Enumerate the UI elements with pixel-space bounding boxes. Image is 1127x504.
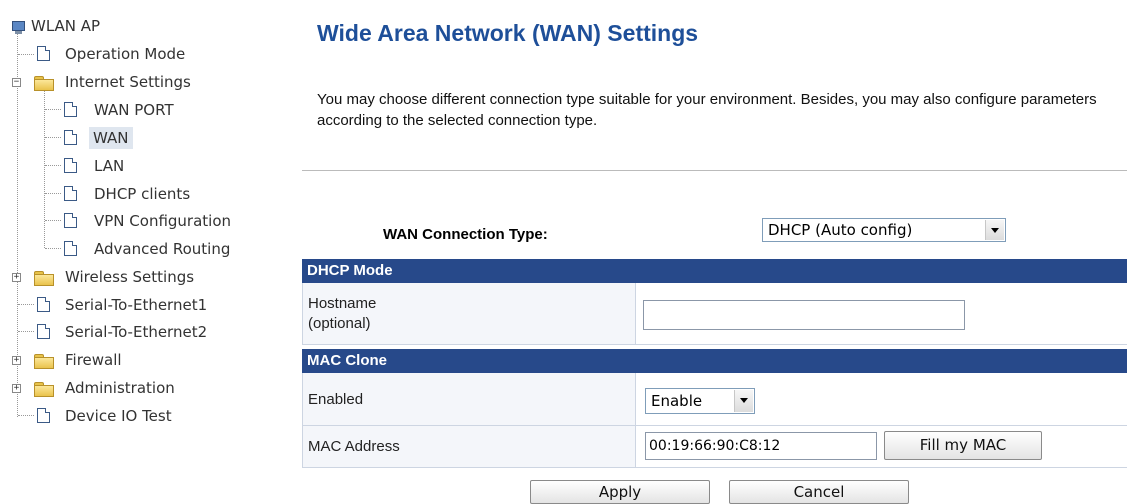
tree-item-label: Operation Mode [65, 45, 186, 63]
tree-item-lan[interactable]: LAN [0, 155, 240, 177]
page-icon [37, 46, 50, 61]
tree-item-firewall[interactable]: + Firewall [0, 349, 240, 371]
wan-connection-type-value: DHCP (Auto config) [768, 221, 913, 239]
tree-item-vpn-configuration[interactable]: VPN Configuration [0, 210, 260, 232]
computer-icon [11, 21, 25, 35]
tree-root-label: WLAN AP [31, 17, 101, 35]
tree-item-label: Serial-To-Ethernet2 [65, 323, 208, 341]
tree-item-label: Administration [65, 379, 175, 397]
page-icon [64, 213, 77, 228]
tree-item-label: WAN PORT [94, 101, 174, 119]
collapse-icon[interactable]: − [12, 78, 21, 87]
page-icon [37, 408, 50, 423]
folder-icon [34, 382, 54, 397]
mac-address-row: MAC Address 00:19:66:90:C8:12 Fill my MA… [302, 426, 1127, 468]
page-icon [37, 324, 50, 339]
folder-icon [34, 354, 54, 369]
page-icon [64, 102, 77, 117]
tree-item-label: LAN [94, 157, 125, 175]
tree-item-device-io-test[interactable]: Device IO Test [0, 405, 240, 427]
chevron-down-icon[interactable] [985, 220, 1004, 240]
divider [302, 170, 1127, 171]
page-title: Wide Area Network (WAN) Settings [317, 20, 699, 46]
wan-connection-type-label: WAN Connection Type: [383, 226, 548, 243]
tree-item-serial-to-ethernet1[interactable]: Serial-To-Ethernet1 [0, 294, 240, 316]
tree-item-administration[interactable]: + Administration [0, 377, 240, 399]
mac-clone-header: MAC Clone [302, 349, 1127, 373]
apply-button[interactable]: Apply [530, 480, 710, 504]
hostname-label-line2: (optional) [308, 315, 371, 332]
tree-item-wan-port[interactable]: WAN PORT [0, 99, 240, 121]
tree-item-label: Advanced Routing [94, 240, 231, 258]
tree-item-label: Wireless Settings [65, 268, 195, 286]
tree-item-operation-mode[interactable]: Operation Mode [0, 43, 240, 65]
hostname-label: Hostname (optional) [302, 283, 636, 344]
fill-my-mac-button[interactable]: Fill my MAC [884, 431, 1042, 460]
mac-address-label: MAC Address [302, 426, 636, 467]
expand-icon[interactable]: + [12, 273, 21, 282]
hostname-label-line1: Hostname [308, 295, 377, 312]
tree-item-label: Firewall [65, 351, 122, 369]
page-icon [37, 297, 50, 312]
page-description: You may choose different connection type… [317, 91, 1097, 129]
chevron-down-icon[interactable] [734, 390, 753, 412]
tree-item-wireless-settings[interactable]: + Wireless Settings [0, 266, 240, 288]
wan-connection-type-select[interactable]: DHCP (Auto config) [762, 218, 1006, 242]
hostname-input[interactable] [643, 300, 965, 330]
dhcp-mode-header: DHCP Mode [302, 259, 1127, 283]
tree-item-advanced-routing[interactable]: Advanced Routing [0, 238, 260, 260]
tree-item-label: Serial-To-Ethernet1 [65, 296, 208, 314]
cancel-button[interactable]: Cancel [729, 480, 909, 504]
folder-icon [34, 271, 54, 286]
hostname-row: Hostname (optional) [302, 283, 1127, 345]
page-icon [64, 130, 77, 145]
tree-item-dhcp-clients[interactable]: DHCP clients [0, 183, 240, 205]
tree-item-label: Device IO Test [65, 407, 172, 425]
folder-open-icon [34, 76, 54, 91]
mac-address-input[interactable]: 00:19:66:90:C8:12 [645, 432, 877, 460]
tree-item-wan[interactable]: WAN [0, 127, 240, 149]
expand-icon[interactable]: + [12, 356, 21, 365]
page-icon [64, 186, 77, 201]
tree-item-label-selected: WAN [89, 127, 133, 149]
mac-clone-enabled-select[interactable]: Enable [645, 388, 755, 414]
tree-root[interactable]: WLAN AP [0, 15, 200, 37]
page-icon [64, 158, 77, 173]
tree-item-serial-to-ethernet2[interactable]: Serial-To-Ethernet2 [0, 321, 240, 343]
enabled-label: Enabled [302, 373, 636, 425]
tree-item-internet-settings[interactable]: − Internet Settings [0, 71, 240, 93]
expand-icon[interactable]: + [12, 384, 21, 393]
tree-item-label: DHCP clients [94, 185, 191, 203]
enabled-row: Enabled Enable [302, 373, 1127, 426]
tree-item-label: Internet Settings [65, 73, 191, 91]
page-icon [64, 241, 77, 256]
mac-clone-enabled-value: Enable [651, 392, 703, 410]
tree-item-label: VPN Configuration [94, 212, 232, 230]
navigation-tree: WLAN AP Operation Mode − Internet Settin… [0, 0, 285, 503]
